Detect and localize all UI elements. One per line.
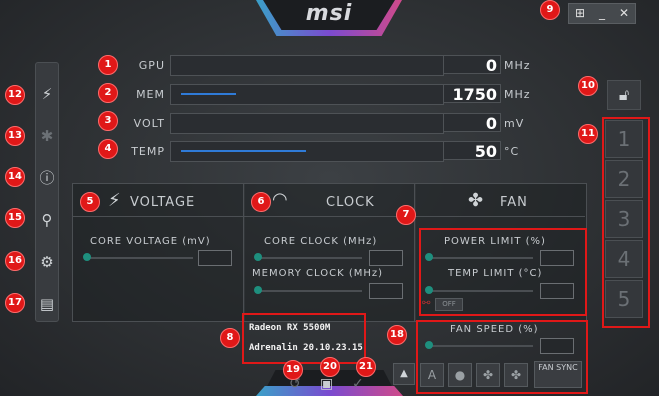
callout-badge-18: 18 <box>387 325 407 345</box>
profile-4-button[interactable]: 4 <box>605 240 643 278</box>
fan-speed-slider[interactable] <box>430 345 533 347</box>
link-icon[interactable]: ⚯ <box>422 298 430 309</box>
temp-unit: °C <box>504 145 520 158</box>
save-icon[interactable]: ▣ <box>320 376 333 392</box>
info-icon[interactable]: ⓘ <box>36 167 58 189</box>
callout-badge-13: 13 <box>5 126 25 146</box>
callout-badge-6: 6 <box>251 192 271 212</box>
callout-badge-7: 7 <box>396 205 416 225</box>
fan-icon: ✤ <box>468 190 484 211</box>
callout-badge-14: 14 <box>5 167 25 187</box>
gpu-clock-bar <box>170 55 444 76</box>
left-toolbar: ⚡ ✱ ⓘ ⚲ ⚙ ▤ <box>35 62 59 322</box>
gpu-label: GPU <box>138 59 165 72</box>
profile-3-button[interactable]: 3 <box>605 200 643 238</box>
driver-version: Adrenalin 20.10.23.15 <box>249 343 363 353</box>
callout-badge-21: 21 <box>356 357 376 377</box>
core-voltage-label: CORE VOLTAGE (mV) <box>90 236 211 247</box>
volt-bar <box>170 113 444 134</box>
window-controls: ⊞ _ ✕ <box>568 3 636 24</box>
core-voltage-input[interactable] <box>198 250 232 266</box>
temp-limit-input[interactable] <box>540 283 574 299</box>
power-limit-knob[interactable] <box>425 253 433 261</box>
callout-badge-17: 17 <box>5 293 25 313</box>
core-clock-knob[interactable] <box>254 253 262 261</box>
temp-value: 50 <box>443 141 501 161</box>
callout-badge-20: 20 <box>320 357 340 377</box>
mem-bar-fill <box>181 93 236 95</box>
fan-curve-2-icon[interactable]: ✤ <box>504 363 528 387</box>
core-clock-input[interactable] <box>369 250 403 266</box>
clock-title: CLOCK <box>326 195 375 210</box>
kboost-icon[interactable]: ✱ <box>36 125 58 147</box>
profile-2-button[interactable]: 2 <box>605 160 643 198</box>
monitor-icon[interactable]: ▤ <box>36 293 58 315</box>
fan-title: FAN <box>500 195 528 210</box>
gpu-clock-value: 0 <box>443 55 501 75</box>
callout-badge-19: 19 <box>283 360 303 380</box>
power-limit-input[interactable] <box>540 250 574 266</box>
callout-badge-9: 9 <box>540 0 560 20</box>
close-button[interactable]: ✕ <box>613 4 635 23</box>
power-limit-slider[interactable] <box>430 257 533 259</box>
fan-curve-icon[interactable]: ✤ <box>476 363 500 387</box>
volt-label: VOLT <box>133 117 165 130</box>
fan-speed-knob[interactable] <box>425 341 433 349</box>
expand-up-icon[interactable]: ▲ <box>393 363 415 385</box>
settings-gear-icon[interactable]: ⚙ <box>36 251 58 273</box>
temp-label: TEMP <box>131 145 165 158</box>
gpu-info-highlight <box>242 313 366 364</box>
lock-icon[interactable]: 🔓︎ <box>607 80 641 110</box>
gpu-name: Radeon RX 5500M <box>249 323 331 333</box>
temp-limit-slider[interactable] <box>430 290 533 292</box>
callout-badge-12: 12 <box>5 85 25 105</box>
core-voltage-slider[interactable] <box>88 257 193 259</box>
temp-limit-label: TEMP LIMIT (°C) <box>448 268 543 279</box>
callout-badge-15: 15 <box>5 208 25 228</box>
msi-logo: msi <box>305 1 353 26</box>
mem-clock-value: 1750 <box>443 84 501 104</box>
fan-user-icon[interactable]: ● <box>448 363 472 387</box>
mem-clock-unit: MHz <box>504 88 531 101</box>
windows-icon[interactable]: ⊞ <box>569 4 591 23</box>
core-voltage-knob[interactable] <box>83 253 91 261</box>
panel-divider <box>72 216 585 217</box>
link-off-toggle[interactable]: OFF <box>435 298 463 311</box>
fan-speed-input[interactable] <box>540 338 574 354</box>
memory-clock-input[interactable] <box>369 283 403 299</box>
minimize-button[interactable]: _ <box>591 4 613 23</box>
voltage-bolt-icon: ⚡ <box>108 190 121 211</box>
fan-auto-icon[interactable]: A <box>420 363 444 387</box>
callout-badge-8: 8 <box>220 328 240 348</box>
voltage-title: VOLTAGE <box>130 195 196 210</box>
fan-sync-button[interactable]: FAN SYNC <box>534 361 582 388</box>
clock-gauge-icon: ◠ <box>272 189 288 210</box>
core-clock-slider[interactable] <box>259 257 362 259</box>
power-limit-label: POWER LIMIT (%) <box>444 236 546 247</box>
temp-bar-fill <box>181 150 306 152</box>
mem-label: MEM <box>136 88 165 101</box>
volt-unit: mV <box>504 117 525 130</box>
callout-badge-16: 16 <box>5 251 25 271</box>
oc-scanner-off-icon[interactable]: ⚡ <box>36 83 58 105</box>
apply-icon[interactable]: ✓ <box>352 376 364 392</box>
memory-clock-slider[interactable] <box>259 290 362 292</box>
core-clock-label: CORE CLOCK (MHz) <box>264 236 378 247</box>
mem-clock-bar <box>170 84 444 105</box>
callout-badge-10: 10 <box>578 76 598 96</box>
profile-5-button[interactable]: 5 <box>605 280 643 318</box>
temp-bar <box>170 141 444 162</box>
oc-search-icon[interactable]: ⚲ <box>36 209 58 231</box>
callout-badge-11: 11 <box>578 124 598 144</box>
volt-value: 0 <box>443 113 501 133</box>
temp-limit-knob[interactable] <box>425 286 433 294</box>
gpu-clock-unit: MHz <box>504 59 531 72</box>
profile-1-button[interactable]: 1 <box>605 120 643 158</box>
memory-clock-label: MEMORY CLOCK (MHz) <box>252 268 384 279</box>
callout-badge-5: 5 <box>80 192 100 212</box>
memory-clock-knob[interactable] <box>254 286 262 294</box>
fan-speed-label: FAN SPEED (%) <box>450 324 539 335</box>
